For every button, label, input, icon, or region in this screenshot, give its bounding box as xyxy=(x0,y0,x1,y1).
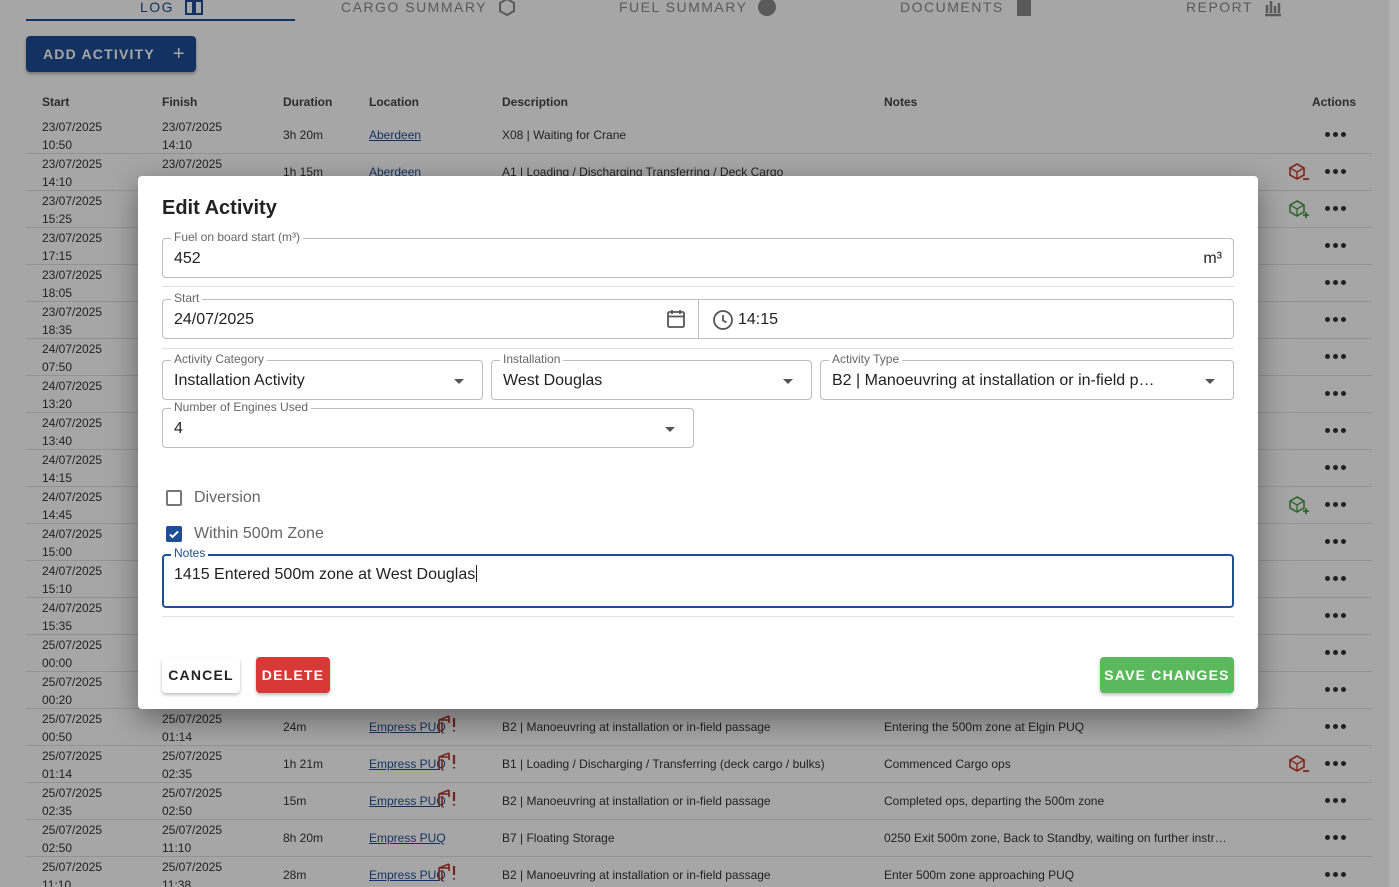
activity-category-select[interactable]: Activity Category Installation Activity xyxy=(162,352,483,400)
diversion-label[interactable]: Diversion xyxy=(194,489,261,507)
delete-button[interactable]: DELETE xyxy=(256,657,330,693)
number-of-engines-label: Number of Engines Used xyxy=(171,400,312,414)
page-scrollbar[interactable] xyxy=(1389,0,1399,887)
notes-input[interactable]: 1415 Entered 500m zone at West Douglas xyxy=(174,565,478,584)
fuel-on-board-label: Fuel on board start (m³) xyxy=(171,230,304,244)
notes-field[interactable]: Notes 1415 Entered 500m zone at West Dou… xyxy=(162,546,1234,608)
activity-type-select[interactable]: Activity Type B2 | Manoeuvring at instal… xyxy=(820,352,1234,400)
dialog-title: Edit Activity xyxy=(162,197,277,219)
notes-label: Notes xyxy=(171,546,209,560)
number-of-engines-value: 4 xyxy=(174,420,183,437)
chevron-down-icon xyxy=(1205,379,1215,384)
installation-label: Installation xyxy=(500,352,564,366)
divider xyxy=(162,286,1234,287)
start-label: Start xyxy=(171,291,203,305)
activity-type-label: Activity Type xyxy=(829,352,903,366)
within-500m-zone-checkbox[interactable] xyxy=(166,526,182,542)
start-date-input[interactable]: 24/07/2025 xyxy=(174,311,254,329)
notes-value: 1415 Entered 500m zone at West Douglas xyxy=(174,566,476,583)
cancel-button[interactable]: CANCEL xyxy=(162,657,240,693)
fuel-on-board-value: 452 xyxy=(174,250,201,267)
divider xyxy=(162,348,1234,349)
save-changes-button[interactable]: SAVE CHANGES xyxy=(1100,657,1234,693)
clock-icon[interactable] xyxy=(712,309,734,331)
chevron-down-icon xyxy=(454,379,464,384)
start-time-input[interactable]: 14:15 xyxy=(738,311,778,329)
text-cursor xyxy=(476,565,478,582)
activity-type-value: B2 | Manoeuvring at installation or in-f… xyxy=(832,372,1155,389)
within-500m-zone-label[interactable]: Within 500m Zone xyxy=(194,525,324,543)
installation-value: West Douglas xyxy=(503,372,603,389)
chevron-down-icon xyxy=(665,427,675,432)
fuel-on-board-field[interactable]: Fuel on board start (m³) 452 m³ xyxy=(162,230,1234,278)
divider xyxy=(162,616,1234,617)
fuel-unit: m³ xyxy=(1203,250,1222,267)
activity-category-value: Installation Activity xyxy=(174,372,305,389)
start-datetime-field: Start 24/07/2025 14:15 xyxy=(162,291,1234,339)
diversion-checkbox[interactable] xyxy=(166,490,182,506)
calendar-icon[interactable] xyxy=(665,308,687,330)
chevron-down-icon xyxy=(783,379,793,384)
date-time-separator xyxy=(698,299,699,339)
number-of-engines-select[interactable]: Number of Engines Used 4 xyxy=(162,400,694,448)
installation-select[interactable]: Installation West Douglas xyxy=(491,352,812,400)
edit-activity-dialog: Edit Activity Fuel on board start (m³) 4… xyxy=(138,176,1258,709)
checkmark-icon xyxy=(169,530,179,539)
activity-category-label: Activity Category xyxy=(171,352,268,366)
